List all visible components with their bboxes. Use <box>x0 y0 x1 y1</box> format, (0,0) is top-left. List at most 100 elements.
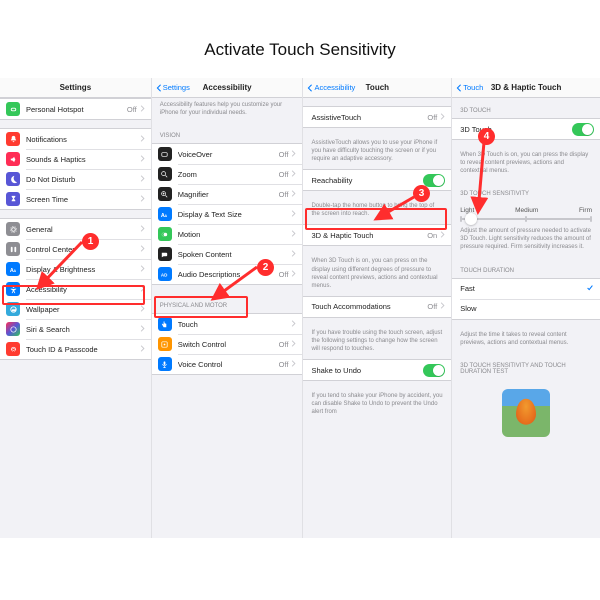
nav-title: Accessibility <box>203 83 252 92</box>
row-label: 3D Touch <box>460 125 572 134</box>
toggle-3dtouch[interactable] <box>572 123 594 136</box>
hourglass-icon <box>6 192 20 206</box>
chevron-right-icon <box>288 250 296 259</box>
chevron-right-icon <box>137 155 145 164</box>
text-size-icon: AA <box>6 262 20 276</box>
row-value: Off <box>279 190 289 199</box>
row-controlcenter[interactable]: Control Center <box>0 239 151 259</box>
row-display[interactable]: AA Display & Brightness <box>0 259 151 279</box>
row-touch-accom[interactable]: Touch Accommodations Off <box>303 297 451 317</box>
row-spoken[interactable]: Spoken Content <box>152 244 303 264</box>
row-siri[interactable]: Siri & Search <box>0 319 151 339</box>
row-accessibility[interactable]: Accessibility <box>0 279 151 299</box>
svg-text:A: A <box>13 269 16 273</box>
row-motion[interactable]: Motion <box>152 224 303 244</box>
row-fast[interactable]: Fast <box>452 279 600 299</box>
chevron-right-icon <box>137 175 145 184</box>
navbar: Accessibility Touch <box>303 78 451 98</box>
row-label: Shake to Undo <box>311 366 423 375</box>
nav-title: Settings <box>60 83 92 92</box>
row-shake-undo[interactable]: Shake to Undo <box>303 360 451 380</box>
preview-image[interactable] <box>502 389 550 437</box>
chevron-right-icon <box>137 305 145 314</box>
magnifier-icon <box>158 187 172 201</box>
section-test: 3D TOUCH SENSITIVITY AND TOUCH DURATION … <box>452 353 600 379</box>
navbar: Touch 3D & Haptic Touch <box>452 78 600 98</box>
row-touchid[interactable]: Touch ID & Passcode <box>0 339 151 359</box>
audio-desc-icon: AD <box>158 267 172 281</box>
row-magnifier[interactable]: MagnifierOff <box>152 184 303 204</box>
row-label: Spoken Content <box>178 250 289 259</box>
mic-icon <box>158 357 172 371</box>
fingerprint-icon <box>6 342 20 356</box>
row-value: Off <box>127 105 137 114</box>
panel-touch: Accessibility Touch AssistiveTouch Off A… <box>303 78 452 538</box>
back-button[interactable]: Accessibility <box>307 83 355 92</box>
row-dnd[interactable]: Do Not Disturb <box>0 169 151 189</box>
row-touch[interactable]: Touch <box>152 314 303 334</box>
row-value: On <box>427 231 437 240</box>
back-button[interactable]: Settings <box>156 83 190 92</box>
row-label: 3D & Haptic Touch <box>311 231 427 240</box>
motion-icon <box>158 227 172 241</box>
row-label: Zoom <box>178 170 279 179</box>
bell-icon <box>6 132 20 146</box>
speaker-icon <box>6 152 20 166</box>
chevron-right-icon <box>137 325 145 334</box>
chevron-right-icon <box>437 302 445 311</box>
desc: Adjust the amount of pressure needed to … <box>452 224 600 257</box>
row-label: Screen Time <box>26 195 137 204</box>
row-zoom[interactable]: ZoomOff <box>152 164 303 184</box>
section-3dtouch: 3D TOUCH <box>452 98 600 118</box>
row-label: Siri & Search <box>26 325 137 334</box>
row-label: Notifications <box>26 135 137 144</box>
row-wallpaper[interactable]: Wallpaper <box>0 299 151 319</box>
row-audiodesc[interactable]: AD Audio DescriptionsOff <box>152 264 303 284</box>
siri-icon <box>6 322 20 336</box>
toggle-reachability[interactable] <box>423 174 445 187</box>
row-sounds[interactable]: Sounds & Haptics <box>0 149 151 169</box>
chevron-right-icon <box>288 190 296 199</box>
row-slow[interactable]: Slow <box>452 299 600 319</box>
chevron-right-icon <box>137 135 145 144</box>
sensitivity-slider[interactable]: Light Medium Firm <box>452 201 600 224</box>
chevron-right-icon <box>288 340 296 349</box>
row-voicecontrol[interactable]: Voice ControlOff <box>152 354 303 374</box>
slider-label-firm: Firm <box>579 207 592 214</box>
chevron-right-icon <box>437 231 445 240</box>
slider-label-medium: Medium <box>515 207 538 214</box>
row-label: Sounds & Haptics <box>26 155 137 164</box>
row-voiceover[interactable]: VoiceOverOff <box>152 144 303 164</box>
row-label: Touch Accommodations <box>311 302 427 311</box>
back-label: Touch <box>463 83 483 92</box>
chevron-right-icon <box>288 270 296 279</box>
link-icon <box>6 102 20 116</box>
row-personal-hotspot[interactable]: Personal Hotspot Off <box>0 99 151 119</box>
desc: Double-tap the home button to bring the … <box>303 199 451 224</box>
gear-icon <box>6 222 20 236</box>
row-3d-haptic[interactable]: 3D & Haptic Touch On <box>303 225 451 245</box>
toggle-shake[interactable] <box>423 364 445 377</box>
back-button[interactable]: Touch <box>456 83 483 92</box>
slider-thumb[interactable] <box>465 213 477 225</box>
row-value: Off <box>279 150 289 159</box>
row-notifications[interactable]: Notifications <box>0 129 151 149</box>
svg-text:AD: AD <box>161 272 168 277</box>
check-icon <box>586 284 594 294</box>
row-assistivetouch[interactable]: AssistiveTouch Off <box>303 107 451 127</box>
row-screentime[interactable]: Screen Time <box>0 189 151 209</box>
chevron-right-icon <box>288 210 296 219</box>
chevron-right-icon <box>288 150 296 159</box>
row-label: Motion <box>178 230 289 239</box>
row-label: Control Center <box>26 245 137 254</box>
row-value: Off <box>279 270 289 279</box>
desc: Adjust the time it takes to reveal conte… <box>452 328 600 353</box>
row-general[interactable]: General <box>0 219 151 239</box>
row-reachability[interactable]: Reachability <box>303 170 451 190</box>
row-display-text[interactable]: AADisplay & Text Size <box>152 204 303 224</box>
back-label: Settings <box>163 83 190 92</box>
row-switchcontrol[interactable]: Switch ControlOff <box>152 334 303 354</box>
row-label: Audio Descriptions <box>178 270 279 279</box>
row-3dtouch-toggle[interactable]: 3D Touch <box>452 119 600 139</box>
speech-icon <box>158 247 172 261</box>
